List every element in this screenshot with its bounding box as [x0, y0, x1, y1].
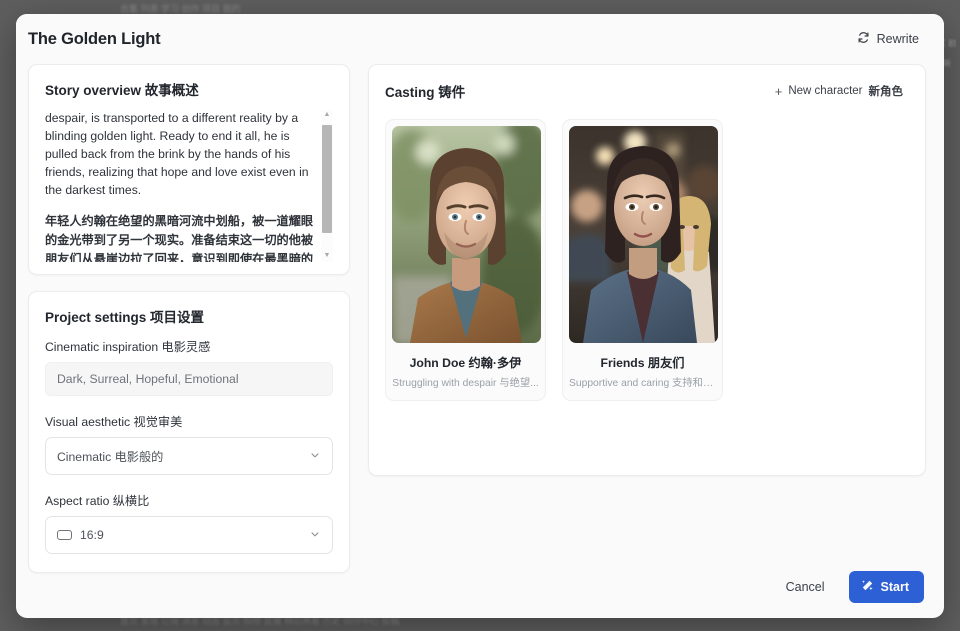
- character-description: Supportive and caring 支持和关怀: [569, 378, 716, 389]
- scroll-down-arrow-icon[interactable]: ▼: [324, 251, 331, 262]
- right-column: Casting 铸件 + New character 新角色 John Doe …: [368, 64, 926, 556]
- aspect-ratio-value: 16:9: [80, 528, 104, 542]
- story-overview-panel: Story overview 故事概述 despair, is transpor…: [28, 64, 350, 275]
- chevron-down-icon: [309, 528, 321, 543]
- character-card[interactable]: Friends 朋友们 Supportive and caring 支持和关怀: [562, 119, 723, 401]
- scrollbar-track[interactable]: [321, 121, 333, 251]
- project-settings-title: Project settings 项目设置: [45, 310, 205, 325]
- modal-header: The Golden Light Rewrite: [16, 14, 944, 64]
- start-button[interactable]: Start: [848, 571, 924, 603]
- casting-panel: Casting 铸件 + New character 新角色 John Doe …: [368, 64, 926, 476]
- aspect-ratio-label: Aspect ratio 纵横比: [45, 494, 150, 508]
- modal-body: Story overview 故事概述 despair, is transpor…: [16, 64, 944, 573]
- chevron-down-icon: [309, 449, 321, 464]
- visual-aesthetic-select[interactable]: Cinematic 电影般的: [45, 437, 333, 475]
- cinematic-inspiration-input[interactable]: [45, 362, 333, 396]
- start-label: Start: [880, 580, 909, 594]
- character-description: Struggling with despair 与绝望...: [392, 378, 539, 389]
- group-scene-illustration: [569, 126, 718, 343]
- casting-header: Casting 铸件 + New character 新角色: [385, 79, 909, 103]
- project-setup-modal: The Golden Light Rewrite Story overview …: [16, 14, 944, 618]
- aspect-ratio-select[interactable]: 16:9: [45, 516, 333, 554]
- character-photo: [569, 126, 718, 343]
- visual-aesthetic-value: Cinematic 电影般的: [57, 450, 164, 464]
- character-photo: [392, 126, 541, 343]
- story-paragraph-en: despair, is transported to a different r…: [45, 111, 309, 197]
- new-character-button[interactable]: + New character 新角色: [769, 79, 909, 103]
- cancel-button[interactable]: Cancel: [776, 573, 835, 601]
- character-name: Friends 朋友们: [600, 356, 685, 370]
- field-visual-aesthetic: Visual aesthetic 视觉审美 Cinematic 电影般的: [45, 412, 333, 475]
- project-settings-panel: Project settings 项目设置 Cinematic inspirat…: [28, 291, 350, 573]
- left-column: Story overview 故事概述 despair, is transpor…: [28, 64, 350, 573]
- field-aspect-ratio: Aspect ratio 纵横比 16:9: [45, 491, 333, 554]
- field-cinematic-inspiration: Cinematic inspiration 电影灵感: [45, 337, 333, 396]
- rewrite-button[interactable]: Rewrite: [850, 26, 926, 52]
- story-overview-title: Story overview 故事概述: [45, 83, 199, 98]
- refresh-loop-icon: [857, 31, 870, 47]
- rewrite-label: Rewrite: [876, 32, 919, 46]
- magic-wand-icon: [861, 579, 874, 595]
- cinematic-inspiration-label: Cinematic inspiration 电影灵感: [45, 340, 211, 354]
- plus-icon: +: [774, 83, 783, 99]
- new-character-label-cn: 新角色: [868, 86, 904, 98]
- scrollbar-thumb[interactable]: [322, 125, 332, 233]
- character-grid: John Doe 约翰·多伊 Struggling with despair 与…: [385, 119, 909, 401]
- visual-aesthetic-label: Visual aesthetic 视觉审美: [45, 415, 183, 429]
- story-paragraph-cn: 年轻人约翰在绝望的黑暗河流中划船，被一道耀眼的金光带到了另一个现实。准备结束这一…: [45, 213, 314, 262]
- rectangle-16-9-icon: [57, 530, 72, 540]
- page-title: The Golden Light: [28, 29, 161, 48]
- portrait-man-illustration: [392, 126, 541, 343]
- character-card[interactable]: John Doe 约翰·多伊 Struggling with despair 与…: [385, 119, 546, 401]
- story-scrollbar[interactable]: ▲ ▼: [321, 110, 333, 262]
- casting-title: Casting 铸件: [385, 85, 466, 100]
- modal-footer: Cancel Start: [16, 556, 944, 618]
- new-character-label: New character: [788, 85, 863, 97]
- story-overview-scroll-area[interactable]: despair, is transported to a different r…: [45, 110, 333, 262]
- scroll-up-arrow-icon[interactable]: ▲: [324, 110, 331, 121]
- character-name: John Doe 约翰·多伊: [409, 356, 522, 370]
